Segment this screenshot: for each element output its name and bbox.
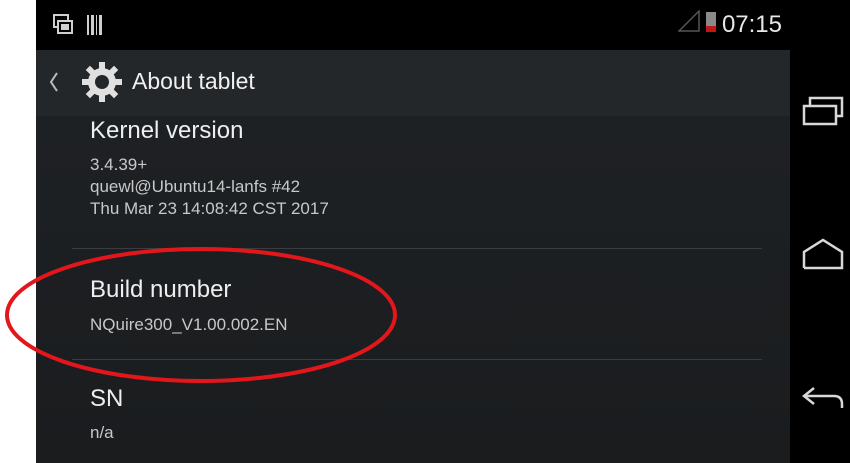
item-title: Kernel version (90, 117, 244, 144)
barcode-notification-icon (86, 14, 104, 41)
list-item-sn[interactable]: SN n/a (90, 384, 766, 444)
divider (72, 359, 762, 360)
navigation-bar (790, 0, 850, 463)
list-item-kernel-version[interactable]: Kernel version 3.4.39+ quewl@Ubuntu14-la… (90, 116, 766, 220)
page-title: About tablet (132, 68, 255, 94)
settings-gear-icon[interactable] (80, 60, 124, 109)
screenshot-notification-icon (52, 14, 74, 41)
about-list: Kernel version 3.4.39+ quewl@Ubuntu14-la… (36, 116, 790, 463)
signal-icon (677, 9, 700, 39)
recent-apps-icon[interactable] (800, 96, 846, 133)
back-chevron-icon[interactable] (48, 67, 60, 102)
clock: 07:15 (721, 10, 782, 38)
item-title: Build number (90, 276, 232, 303)
item-detail-line: quewl@Ubuntu14-lanfs #42 (90, 177, 301, 196)
home-icon[interactable] (800, 236, 846, 277)
list-item-build-number[interactable]: Build number NQuire300_V1.00.002.EN (90, 275, 766, 336)
action-bar: About tablet (36, 50, 790, 116)
item-detail-line: n/a (90, 423, 114, 442)
item-detail-line: NQuire300_V1.00.002.EN (90, 315, 288, 334)
divider (72, 248, 762, 249)
tablet-screen: 07:15 About tablet Kernel version 3.4.39… (36, 0, 790, 463)
back-icon[interactable] (800, 382, 846, 419)
item-title: SN (90, 385, 124, 412)
item-detail-line: Thu Mar 23 14:08:42 CST 2017 (90, 199, 329, 218)
battery-icon (705, 10, 716, 39)
item-detail-line: 3.4.39+ (90, 155, 148, 174)
status-bar: 07:15 (36, 0, 790, 50)
